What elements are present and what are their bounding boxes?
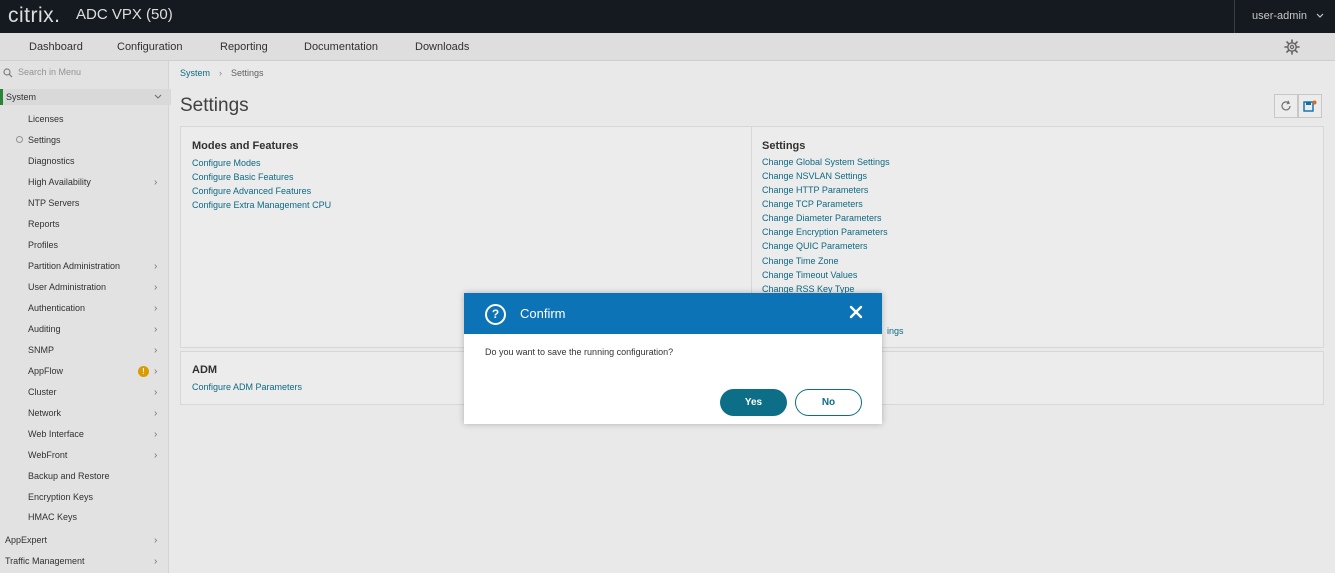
yes-button[interactable]: Yes (720, 389, 787, 416)
question-icon: ? (485, 304, 506, 325)
dialog-message: Do you want to save the running configur… (485, 347, 674, 357)
modal-overlay (0, 0, 1335, 573)
no-button[interactable]: No (795, 389, 862, 416)
close-icon[interactable] (848, 304, 864, 320)
confirm-dialog: ? Confirm Do you want to save the runnin… (464, 293, 882, 424)
dialog-header: ? Confirm (464, 293, 882, 334)
dialog-title: Confirm (520, 306, 566, 321)
